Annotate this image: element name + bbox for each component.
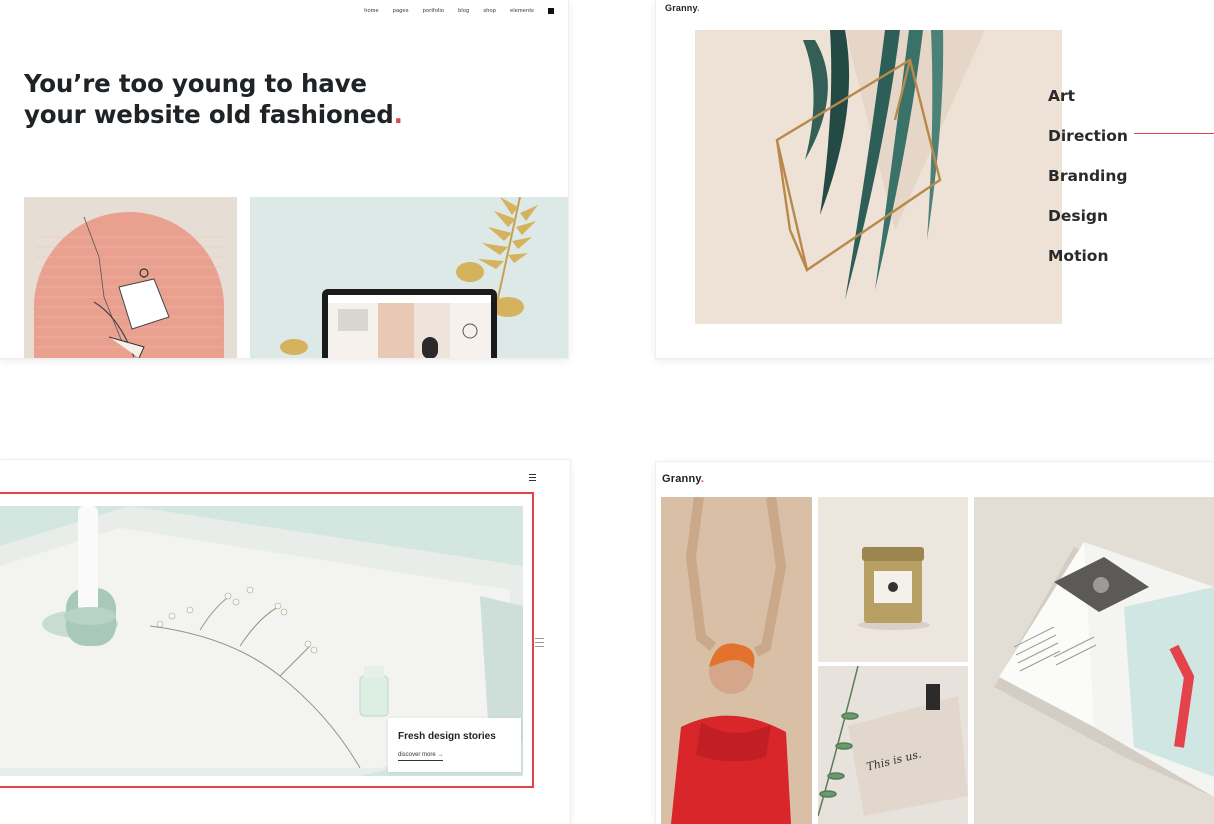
- discover-more-label: discover more: [398, 752, 436, 758]
- photo-magazine[interactable]: [974, 497, 1214, 824]
- story-callout[interactable]: Fresh design stories discover more →: [388, 718, 521, 772]
- nav-item-blog[interactable]: blog: [458, 8, 469, 14]
- logo-text: Granny: [665, 3, 698, 13]
- granny-logo[interactable]: Granny.: [665, 3, 700, 13]
- note-card-photo: [818, 666, 968, 824]
- demo-card-stories[interactable]: Fresh design stories discover more →: [0, 460, 570, 824]
- active-service-indicator: [1134, 133, 1214, 134]
- arrow-right-icon: →: [437, 752, 444, 758]
- magazine-photo: [974, 497, 1214, 824]
- photo-woman[interactable]: [661, 497, 812, 824]
- demo-card-portfolio[interactable]: Granny. This is us.: [656, 462, 1214, 824]
- illustration-tile[interactable]: [24, 197, 237, 358]
- photo-note-card[interactable]: This is us.: [818, 666, 968, 824]
- plant-art-panel: [695, 30, 1062, 324]
- plant-artwork: [695, 30, 1062, 324]
- hero-headline: You’re too young to have your website ol…: [24, 68, 403, 130]
- top-navigation: home pages portfolio blog shop elements: [364, 8, 554, 14]
- nav-item-elements[interactable]: elements: [510, 8, 534, 14]
- nav-item-shop[interactable]: shop: [483, 8, 496, 14]
- service-branding[interactable]: Branding: [1048, 156, 1128, 196]
- service-direction[interactable]: Direction: [1048, 116, 1128, 156]
- story-title: Fresh design stories: [398, 731, 496, 742]
- service-motion[interactable]: Motion: [1048, 236, 1128, 276]
- service-design[interactable]: Design: [1048, 196, 1128, 236]
- nav-item-home[interactable]: home: [364, 8, 379, 14]
- slider-navigation[interactable]: [535, 638, 544, 650]
- laptop-image: [250, 197, 568, 358]
- headline-line-2: your website old fashioned: [24, 100, 394, 129]
- jar-photo: [818, 497, 968, 662]
- laptop-tile[interactable]: [250, 197, 568, 358]
- granny-logo[interactable]: Granny.: [662, 473, 704, 485]
- logo-dot: .: [697, 3, 700, 13]
- illustration-image: [24, 197, 237, 358]
- headline-line-1: You’re too young to have: [24, 69, 367, 98]
- discover-more-link[interactable]: discover more →: [398, 752, 444, 761]
- woman-photo: [661, 497, 812, 824]
- services-list: Art Direction Branding Design Motion: [1048, 76, 1128, 276]
- demo-card-home[interactable]: home pages portfolio blog shop elements …: [0, 0, 568, 358]
- menu-icon[interactable]: [529, 474, 536, 483]
- demo-card-agency[interactable]: Granny. Art Direction Branding Design Mo…: [656, 0, 1214, 358]
- service-art[interactable]: Art: [1048, 76, 1128, 116]
- photo-jar[interactable]: [818, 497, 968, 662]
- nav-item-portfolio[interactable]: portfolio: [423, 8, 444, 14]
- cart-icon[interactable]: [548, 8, 554, 14]
- nav-item-pages[interactable]: pages: [393, 8, 409, 14]
- logo-text: Granny: [662, 473, 701, 485]
- headline-dot: .: [393, 100, 403, 129]
- logo-dot: .: [700, 473, 705, 485]
